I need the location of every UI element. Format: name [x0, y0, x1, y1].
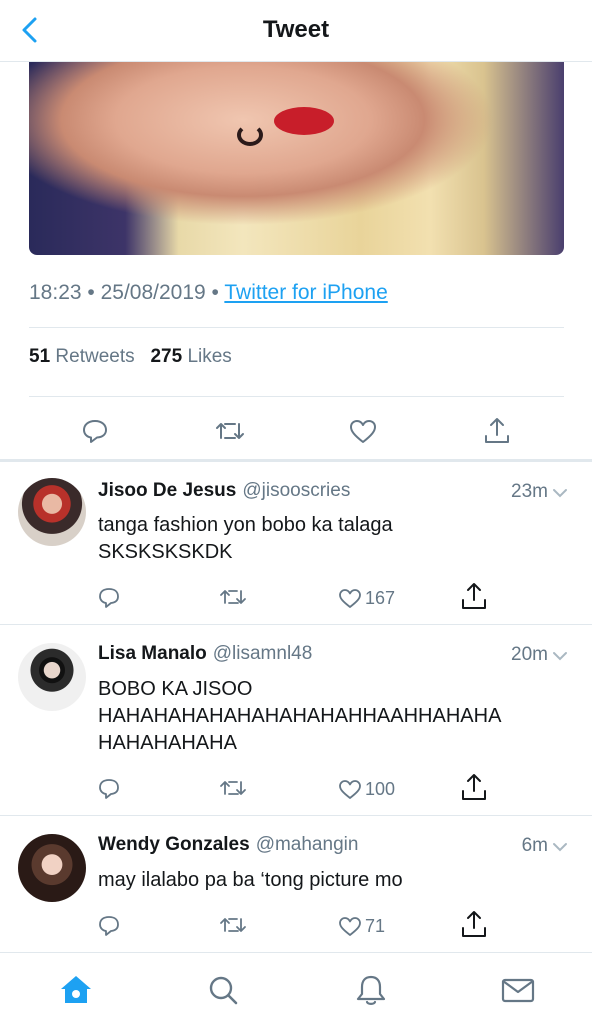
- like-button[interactable]: 71: [337, 910, 385, 942]
- tweet-actions: [0, 414, 592, 448]
- avatar[interactable]: [18, 834, 86, 902]
- like-button[interactable]: 167: [337, 582, 395, 614]
- retweet-icon: [220, 590, 246, 604]
- share-icon[interactable]: [480, 414, 514, 448]
- search-icon[interactable]: [204, 971, 242, 1009]
- home-icon[interactable]: [57, 971, 95, 1009]
- tab-bar: [0, 952, 592, 1024]
- author-handle: @lisamnl48: [212, 643, 313, 664]
- retweets-label: Retweets: [55, 346, 135, 367]
- likes-label: Likes: [187, 346, 232, 367]
- author-name: Lisa Manalo: [98, 643, 207, 664]
- reply-text: BOBO KA JISOO HAHAHAHAHAHAHAHAHAHHAAHHAH…: [98, 678, 502, 754]
- author-name: Jisoo De Jesus: [98, 480, 237, 501]
- author-handle: @mahangin: [255, 834, 359, 855]
- reply-time: 6m: [521, 835, 548, 856]
- chevron-down-icon[interactable]: [550, 646, 570, 666]
- like-count: 100: [365, 778, 396, 799]
- tweet-stats: 51 Retweets 275 Likes: [29, 346, 232, 368]
- photo-lips: [274, 107, 334, 135]
- reply-icon[interactable]: [78, 414, 112, 448]
- chevron-down-icon[interactable]: [550, 837, 570, 857]
- share-icon: [462, 583, 486, 609]
- tweet-source-link[interactable]: Twitter for iPhone: [224, 281, 387, 304]
- photo-headset-mic: [237, 124, 263, 146]
- reply-author[interactable]: Jisoo De Jesus @jisooscries: [98, 480, 350, 502]
- messages-icon[interactable]: [499, 971, 537, 1009]
- like-count: 167: [365, 587, 396, 608]
- retweets-stat[interactable]: 51 Retweets: [29, 346, 135, 367]
- tweet-photo[interactable]: [29, 62, 564, 255]
- share-icon: [462, 911, 486, 937]
- retweet-icon: [220, 781, 246, 795]
- retweet-button[interactable]: [218, 910, 248, 942]
- reply-button[interactable]: [96, 910, 122, 942]
- author-name: Wendy Gonzales: [98, 834, 250, 855]
- author-handle: @jisooscries: [242, 480, 351, 501]
- share-button[interactable]: [458, 580, 490, 612]
- like-icon: [339, 780, 361, 799]
- reply-text: may ilalabo pa ba ‘tong picture mo: [98, 869, 403, 891]
- likes-stat[interactable]: 275 Likes: [150, 346, 231, 367]
- reply-button[interactable]: [96, 773, 122, 805]
- tweet-date: 25/08/2019: [100, 281, 206, 304]
- share-icon: [462, 774, 486, 800]
- chevron-down-icon[interactable]: [550, 483, 570, 503]
- retweet-button[interactable]: [218, 582, 248, 614]
- reply-item[interactable]: Wendy Gonzales @mahangin 6m may ilalabo p…: [0, 816, 592, 952]
- reply-time: 23m: [511, 481, 548, 502]
- like-icon: [339, 917, 361, 936]
- reply-item[interactable]: Lisa Manalo @lisamnl48 20m BOBO KA JISOO …: [0, 625, 592, 816]
- reply-text: tanga fashion yon bobo ka talaga SKSKSKS…: [98, 514, 393, 563]
- like-count: 71: [365, 915, 386, 936]
- retweet-button[interactable]: [218, 773, 248, 805]
- reply-author[interactable]: Wendy Gonzales @mahangin: [98, 834, 358, 856]
- reply-icon: [99, 779, 119, 799]
- divider: [29, 396, 564, 397]
- divider: [29, 327, 564, 328]
- page-title: Tweet: [262, 16, 330, 43]
- tweet-meta: 18:23 • 25/08/2019 • Twitter for iPhone: [29, 281, 388, 304]
- reply-icon: [99, 588, 119, 608]
- likes-count: 275: [150, 346, 183, 367]
- share-button[interactable]: [458, 771, 490, 803]
- reply-button[interactable]: [96, 582, 122, 614]
- avatar[interactable]: [18, 643, 86, 711]
- notifications-icon[interactable]: [352, 971, 390, 1009]
- retweet-icon[interactable]: [213, 414, 247, 448]
- avatar[interactable]: [18, 478, 86, 546]
- like-icon[interactable]: [346, 414, 380, 448]
- like-button[interactable]: 100: [337, 773, 395, 805]
- reply-time: 20m: [511, 644, 548, 665]
- reply-author[interactable]: Lisa Manalo @lisamnl48: [98, 643, 312, 665]
- share-button[interactable]: [458, 908, 490, 940]
- tweet-time: 18:23: [29, 281, 82, 304]
- retweet-icon: [220, 918, 246, 932]
- like-icon: [339, 589, 361, 608]
- reply-icon: [99, 916, 119, 936]
- navigation-bar: Tweet: [0, 0, 592, 62]
- retweets-count: 51: [29, 346, 51, 367]
- reply-item[interactable]: Jisoo De Jesus @jisooscries 23m tanga fas…: [0, 462, 592, 625]
